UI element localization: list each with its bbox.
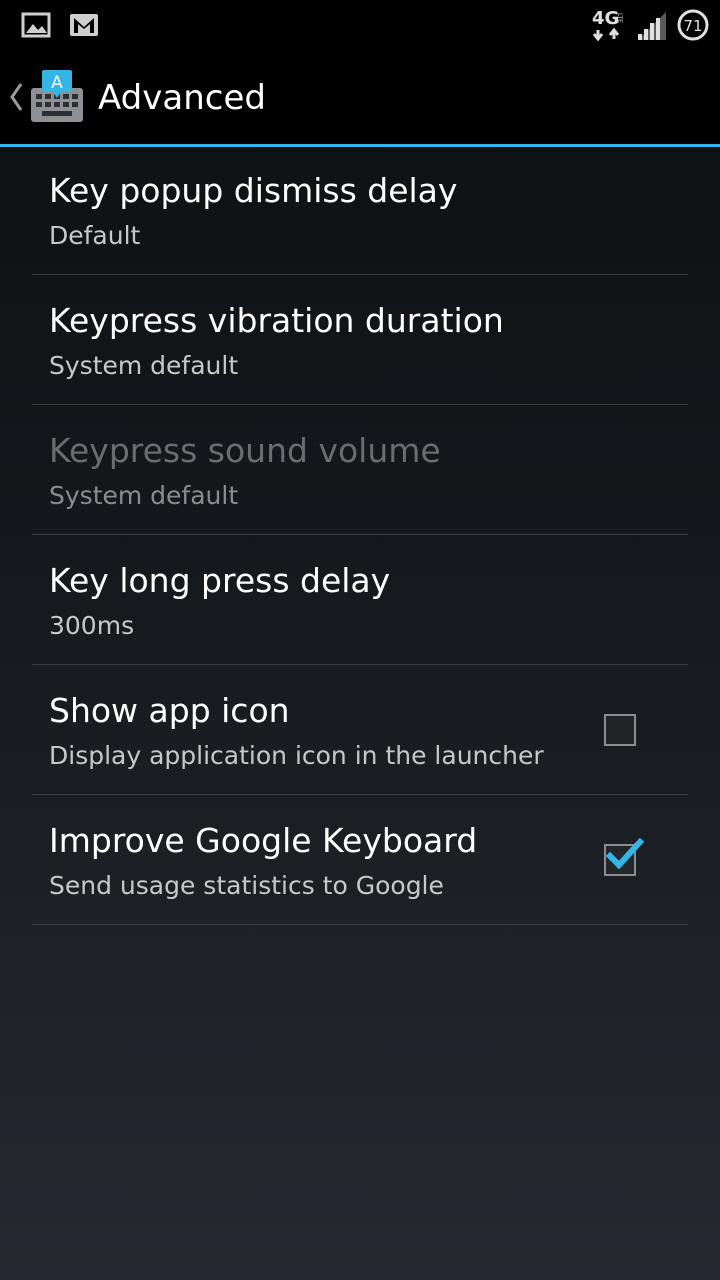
pref-summary: 300ms <box>49 611 135 640</box>
battery-level-text: 71 <box>683 17 702 35</box>
signal-strength-icon <box>638 12 666 40</box>
pref-key-long-press-delay[interactable]: Key long press delay 300ms <box>32 535 688 665</box>
svg-text:LTE: LTE <box>616 13 623 23</box>
pref-summary: Display application icon in the launcher <box>49 741 544 770</box>
gmail-icon <box>70 14 98 36</box>
svg-text:4G: 4G <box>592 8 619 29</box>
pref-show-app-icon[interactable]: Show app icon Display application icon i… <box>32 665 688 795</box>
pref-summary: System default <box>49 481 239 510</box>
pref-keypress-sound-volume: Keypress sound volume System default <box>32 405 688 535</box>
pref-title: Key popup dismiss delay <box>49 171 458 210</box>
pref-summary: System default <box>49 351 239 380</box>
pref-title: Keypress vibration duration <box>49 301 504 340</box>
checkmark-icon <box>605 837 645 870</box>
network-4g-lte-icon: 4G LTE <box>592 8 623 42</box>
page-title: Advanced <box>98 78 266 118</box>
preference-list: Key popup dismiss delay Default Keypress… <box>32 145 688 925</box>
pref-title: Key long press delay <box>49 561 391 600</box>
show-app-icon-checkbox[interactable] <box>604 714 636 746</box>
pref-title: Improve Google Keyboard <box>49 821 478 860</box>
pref-title: Keypress sound volume <box>49 431 441 470</box>
pref-keypress-vibration-duration[interactable]: Keypress vibration duration System defau… <box>32 275 688 405</box>
keyboard-app-icon[interactable]: A <box>28 68 86 126</box>
up-caret-icon[interactable] <box>6 80 26 114</box>
pref-improve-google-keyboard[interactable]: Improve Google Keyboard Send usage stati… <box>32 795 688 925</box>
pref-title: Show app icon <box>49 691 290 730</box>
action-bar: A Advanced <box>0 50 720 147</box>
pref-summary: Send usage statistics to Google <box>49 871 444 900</box>
image-icon <box>21 12 51 38</box>
app-icon-letter: A <box>51 73 63 93</box>
status-bar: 4G LTE 71 <box>0 0 720 50</box>
pref-key-popup-dismiss-delay[interactable]: Key popup dismiss delay Default <box>32 145 688 275</box>
battery-ring: 71 <box>677 9 709 41</box>
improve-google-keyboard-checkbox[interactable] <box>604 837 645 876</box>
battery-icon: 71 <box>676 8 710 42</box>
pref-summary: Default <box>49 221 141 250</box>
